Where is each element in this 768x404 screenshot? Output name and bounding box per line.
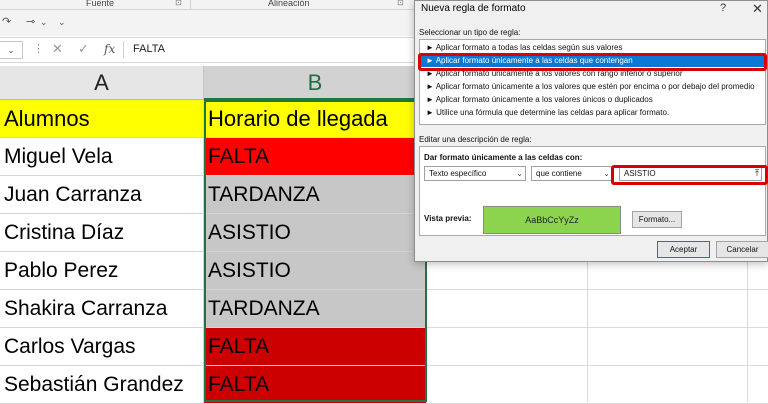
chevron-down-icon: ⌄ — [516, 169, 523, 178]
rule-type-item[interactable]: ► Utilice una fórmula que determine las … — [420, 107, 765, 119]
qat-more-icon[interactable]: ⌄ — [58, 17, 66, 28]
format-painter-icon[interactable]: ⊸ — [26, 15, 35, 28]
cell-arrival-status[interactable]: TARDANZA — [204, 176, 427, 214]
ribbon-group-alineacion[interactable]: Alineación — [268, 0, 310, 8]
edit-description-label: Editar una descripción de regla: — [419, 135, 532, 144]
select-rule-type-label: Seleccionar un tipo de regla: — [419, 28, 521, 37]
column-header-a[interactable]: A — [0, 66, 204, 100]
preview-label: Vista previa: — [424, 214, 472, 223]
cell-arrival-status[interactable]: ASISTIO — [204, 214, 427, 252]
accept-button[interactable]: Aceptar — [657, 241, 710, 258]
gridline — [427, 365, 768, 366]
operator-value: que contiene — [536, 169, 582, 178]
dialog-title: Nueva regla de formato — [421, 3, 526, 14]
cancel-entry-icon[interactable]: ✕ — [52, 41, 63, 57]
condition-type-select[interactable]: Texto específico ⌄ — [424, 166, 526, 181]
cancel-button[interactable]: Cancelar — [716, 241, 768, 258]
insert-function-icon[interactable]: fx — [104, 42, 115, 56]
header-cell-alumnos[interactable]: Alumnos — [0, 100, 204, 138]
ribbon-group-fuente[interactable]: Fuente — [86, 0, 114, 8]
cell-student-name[interactable]: Cristina Díaz — [0, 214, 204, 252]
cell-student-name[interactable]: Juan Carranza — [0, 176, 204, 214]
close-icon[interactable]: ✕ — [752, 1, 763, 17]
fuente-launcher-icon[interactable]: ⊡ — [175, 0, 182, 7]
formula-bar-grip-icon[interactable]: ⋮ — [33, 42, 44, 55]
formula-separator — [123, 41, 124, 58]
redo-icon[interactable]: ↷ — [2, 15, 11, 28]
header-cell-horario[interactable]: Horario de llegada — [204, 100, 427, 138]
cell-student-name[interactable]: Pablo Perez — [0, 252, 204, 290]
help-icon[interactable]: ? — [720, 2, 726, 14]
cell-student-name[interactable]: Miguel Vela — [0, 138, 204, 176]
new-format-rule-dialog: Nueva regla de formato ? ✕ Seleccionar u… — [414, 0, 768, 262]
name-box-dropdown[interactable]: ⌄ — [0, 41, 23, 59]
cell-arrival-status[interactable]: FALTA — [204, 366, 427, 404]
chevron-down-icon: ⌄ — [603, 169, 610, 178]
gridline — [427, 289, 768, 290]
enter-entry-icon[interactable]: ✓ — [78, 41, 89, 57]
format-preview: AaBbCcYyZz — [483, 206, 621, 234]
customize-qat-icon[interactable]: ⌄ — [40, 17, 48, 28]
operator-select[interactable]: que contiene ⌄ — [531, 166, 613, 181]
gridline — [587, 262, 588, 402]
cell-arrival-status[interactable]: ASISTIO — [204, 252, 427, 290]
cell-student-name[interactable]: Sebastián Grandez — [0, 366, 204, 404]
value-highlight — [611, 165, 768, 185]
cell-student-name[interactable]: Shakira Carranza — [0, 290, 204, 328]
cell-student-name[interactable]: Carlos Vargas — [0, 328, 204, 366]
format-button[interactable]: Formato... — [632, 211, 682, 228]
rule-type-item[interactable]: ► Aplicar formato únicamente a los valor… — [420, 94, 765, 106]
formula-input[interactable]: FALTA — [133, 43, 165, 55]
alineacion-launcher-icon[interactable]: ⊡ — [397, 0, 404, 7]
condition-type-value: Texto específico — [429, 169, 487, 178]
cell-arrival-status[interactable]: FALTA — [204, 138, 427, 176]
cell-arrival-status[interactable]: FALTA — [204, 328, 427, 366]
ribbon-separator — [190, 0, 191, 9]
rule-type-list: ► Aplicar formato a todas las celdas seg… — [419, 39, 766, 125]
column-header-b[interactable]: B — [204, 66, 427, 100]
cell-arrival-status[interactable]: TARDANZA — [204, 290, 427, 328]
gridline — [747, 262, 748, 402]
format-only-label: Dar formato únicamente a las celdas con: — [424, 153, 583, 162]
rule-type-highlight — [418, 53, 767, 71]
rule-description-panel: Dar formato únicamente a las celdas con:… — [419, 146, 766, 236]
gridline — [427, 327, 768, 328]
rule-type-item[interactable]: ► Aplicar formato únicamente a los valor… — [420, 81, 765, 93]
